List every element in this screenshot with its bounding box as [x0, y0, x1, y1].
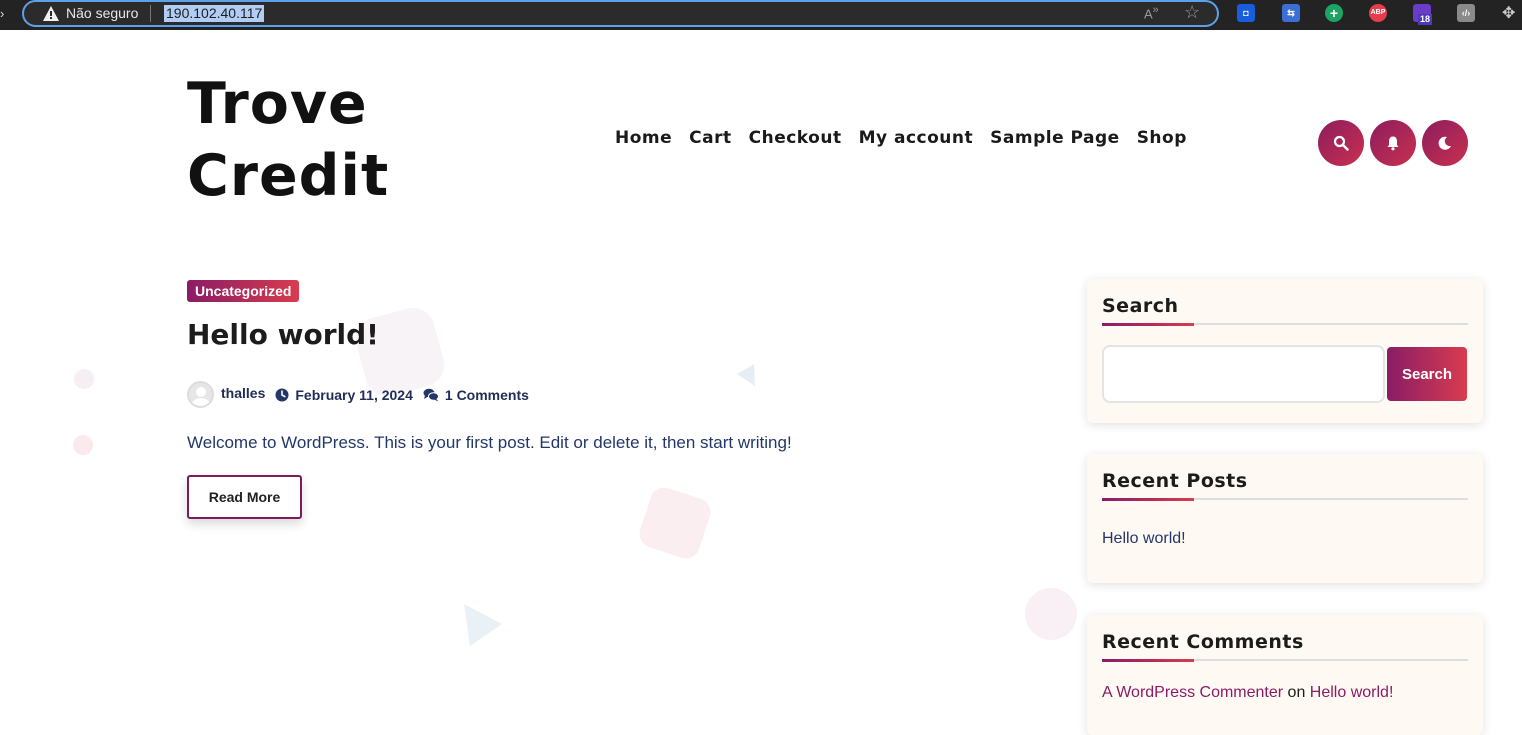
- comment-author-link[interactable]: A WordPress Commenter: [1102, 684, 1283, 701]
- post-excerpt: Welcome to WordPress. This is your first…: [187, 433, 792, 452]
- read-more-button[interactable]: Read More: [187, 475, 302, 519]
- recent-posts-title: Recent Posts: [1102, 470, 1248, 492]
- browser-toolbar: › Não seguro 190.102.40.117 A» ☆ ◘ ⇆ + A…: [0, 0, 1522, 30]
- dev-tools-extension-icon[interactable]: ‹/›: [1457, 4, 1475, 22]
- bell-icon: [1387, 136, 1399, 151]
- nav-my-account[interactable]: My account: [859, 128, 974, 148]
- post-meta: thalles February 11, 2024 1 Comments: [187, 381, 529, 408]
- nav-checkout[interactable]: Checkout: [749, 128, 842, 148]
- site-title-line1[interactable]: Trove: [187, 68, 407, 140]
- translate-extension-icon[interactable]: ⇆: [1282, 4, 1300, 22]
- search-input[interactable]: [1102, 345, 1385, 403]
- adblock-plus-extension-icon[interactable]: ABP: [1369, 4, 1387, 22]
- url-text[interactable]: 190.102.40.117: [164, 5, 265, 22]
- moon-icon: [1438, 136, 1451, 150]
- address-bar[interactable]: Não seguro 190.102.40.117 A» ☆: [22, 0, 1219, 27]
- comment-post-link[interactable]: Hello world!: [1310, 684, 1394, 701]
- post-author[interactable]: thalles: [221, 385, 265, 401]
- search-submit-button[interactable]: Search: [1387, 347, 1467, 401]
- comment-connector: on: [1287, 684, 1306, 701]
- site-title-line2[interactable]: Credit: [187, 140, 407, 212]
- search-form: Search: [1102, 345, 1468, 403]
- recent-comment-item: A WordPress Commenter on Hello world!: [1102, 684, 1468, 702]
- recent-comments-widget: Recent Comments A WordPress Commenter on…: [1087, 615, 1483, 735]
- warning-icon[interactable]: [42, 5, 60, 22]
- site-logo[interactable]: Trove Credit: [187, 68, 407, 212]
- search-widget: Search Search: [1087, 279, 1483, 423]
- clock-icon: [275, 388, 289, 401]
- recent-comments-title: Recent Comments: [1102, 631, 1304, 653]
- author-avatar[interactable]: [187, 381, 214, 408]
- notifications-button[interactable]: [1370, 120, 1416, 166]
- bitwarden-extension-icon[interactable]: ◘: [1237, 4, 1255, 22]
- extensions-puzzle-icon[interactable]: ✥: [1502, 3, 1515, 23]
- post-comments-count[interactable]: 1 Comments: [445, 387, 529, 403]
- search-widget-title: Search: [1102, 295, 1179, 317]
- header-search-button[interactable]: [1318, 120, 1364, 166]
- favorite-star-icon[interactable]: ☆: [1184, 2, 1204, 22]
- comments-icon: [423, 388, 439, 401]
- recent-posts-list: Hello world!: [1102, 530, 1468, 548]
- dark-mode-toggle[interactable]: [1422, 120, 1468, 166]
- recent-posts-widget: Recent Posts Hello world!: [1087, 454, 1483, 583]
- nav-sample-page[interactable]: Sample Page: [990, 128, 1120, 148]
- back-edge-icon[interactable]: ›: [0, 5, 6, 23]
- extension-badge-count: 18: [1418, 14, 1433, 25]
- read-aloud-icon[interactable]: A»: [1144, 4, 1164, 24]
- nav-shop[interactable]: Shop: [1137, 128, 1187, 148]
- search-icon: [1333, 135, 1349, 151]
- nav-cart[interactable]: Cart: [689, 128, 731, 148]
- widget-title-divider: [1102, 498, 1468, 501]
- widget-title-divider: [1102, 323, 1468, 326]
- post-date[interactable]: February 11, 2024: [295, 387, 413, 403]
- main-nav: Home Cart Checkout My account Sample Pag…: [615, 128, 1187, 148]
- add-extension-icon[interactable]: +: [1325, 4, 1343, 22]
- nav-home[interactable]: Home: [615, 128, 672, 148]
- category-badge[interactable]: Uncategorized: [187, 280, 300, 302]
- recent-post-link[interactable]: Hello world!: [1102, 530, 1186, 547]
- widget-title-divider: [1102, 659, 1468, 662]
- security-label[interactable]: Não seguro: [66, 5, 138, 21]
- post-title[interactable]: Hello world!: [187, 318, 379, 351]
- extension-with-badge-icon[interactable]: 18: [1413, 4, 1433, 25]
- address-separator: [150, 5, 151, 22]
